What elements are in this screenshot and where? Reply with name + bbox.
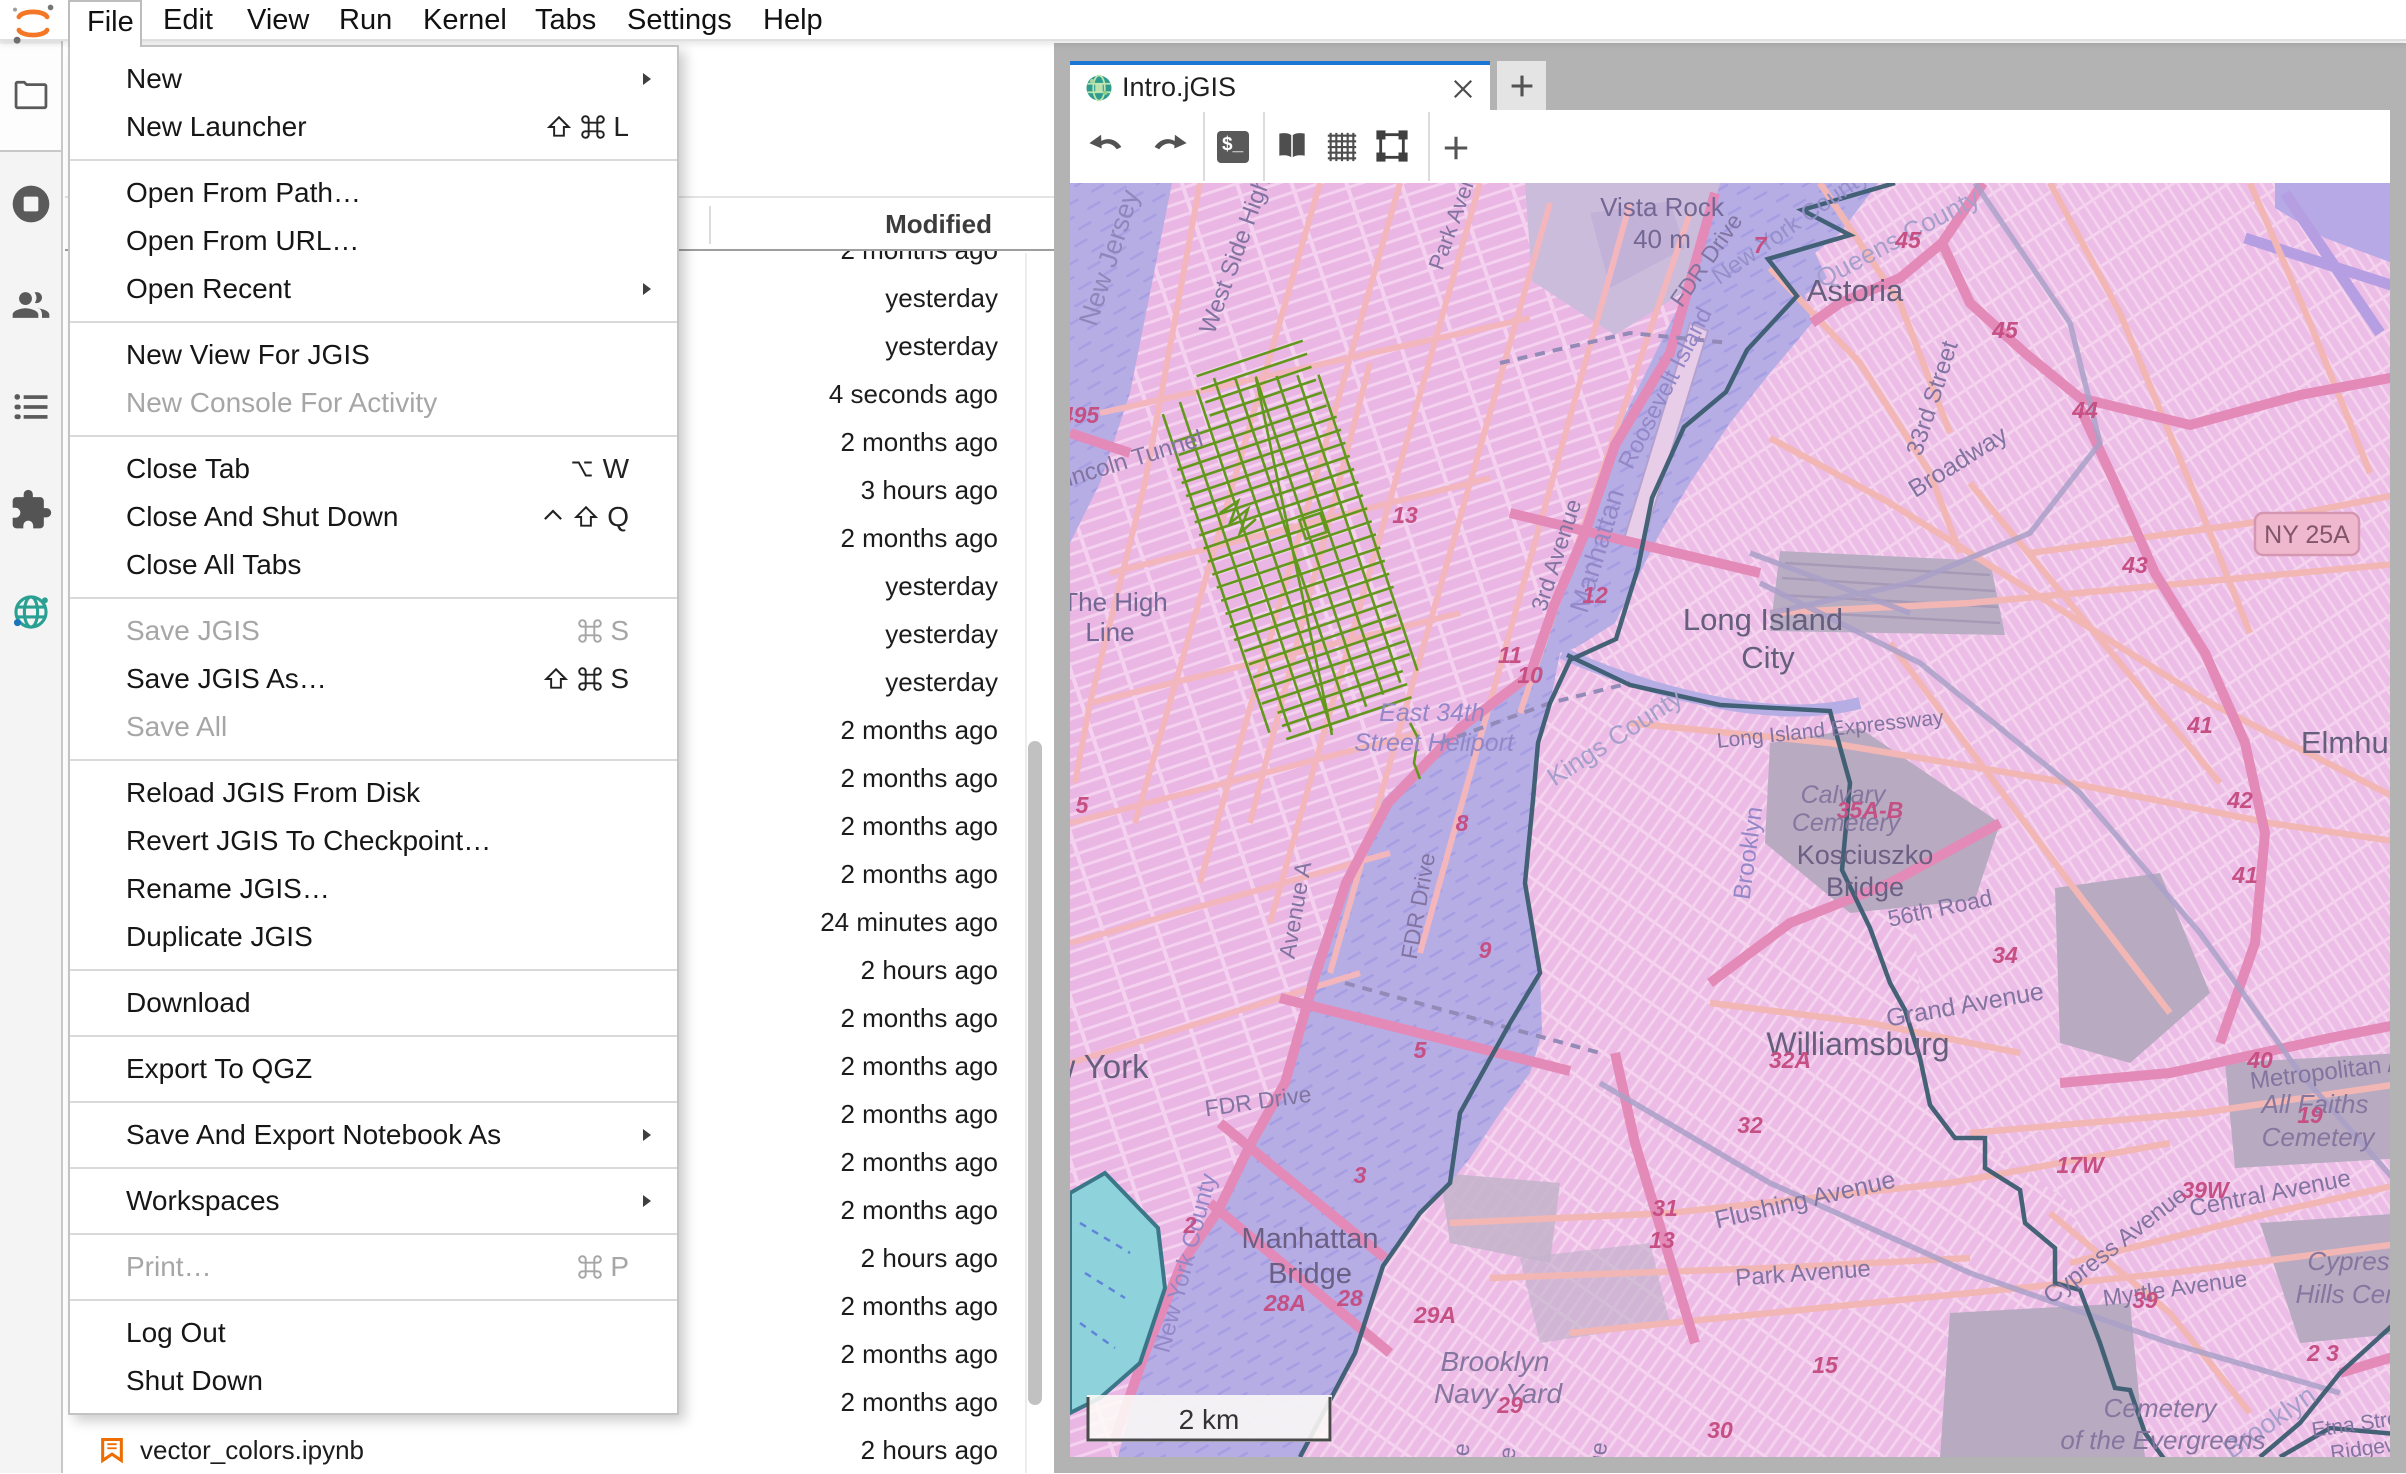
svg-text:2 km: 2 km [1179,1404,1240,1435]
